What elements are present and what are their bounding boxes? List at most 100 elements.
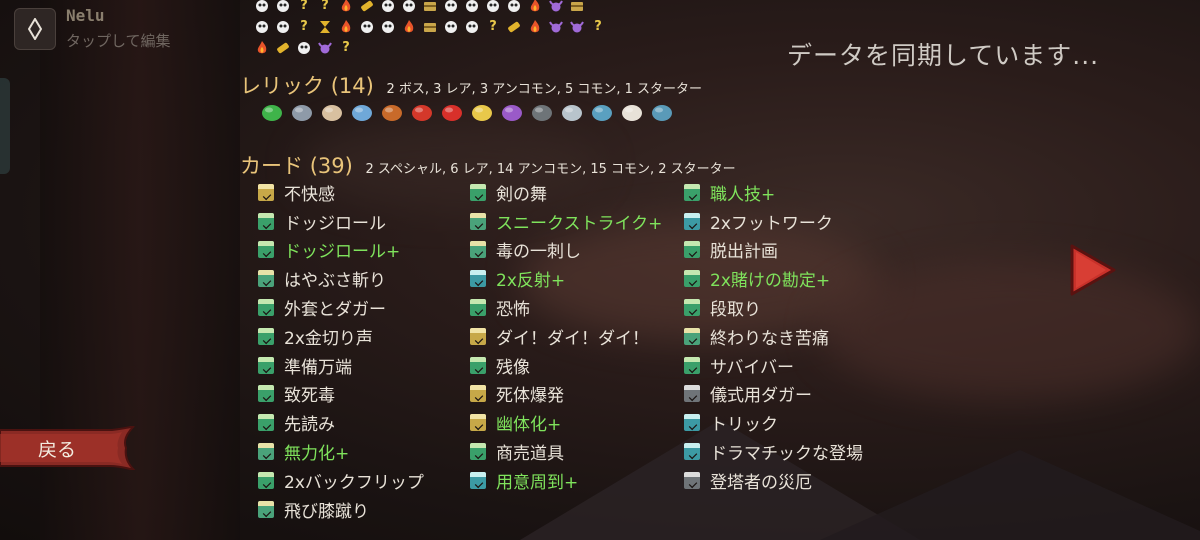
card-name: 死体爆発: [496, 386, 564, 407]
card-list-item[interactable]: 2xバックフリップ: [258, 466, 424, 495]
card-name: はやぶさ斬り: [284, 271, 386, 292]
card-type-icon: [684, 385, 700, 403]
card-list-item[interactable]: 残像: [470, 351, 662, 380]
card-name: ドッジロール: [284, 213, 386, 234]
shuriken-icon[interactable]: [288, 98, 316, 126]
cards-count: (39): [309, 154, 353, 178]
card-list-item[interactable]: 2x金切り声: [258, 322, 424, 351]
card-list-item[interactable]: ドッジロール+: [258, 236, 424, 265]
card-list-item[interactable]: 商売道具: [470, 437, 662, 466]
card-list-item[interactable]: トリック: [684, 408, 863, 437]
card-list-item[interactable]: 2x反射+: [470, 264, 662, 293]
card-list-item[interactable]: スニークストライク+: [470, 207, 662, 236]
skull-icon: [441, 0, 461, 16]
nunchaku-icon[interactable]: [408, 98, 436, 126]
unknown-icon: ?: [300, 0, 308, 13]
profile-name: Nelu: [66, 6, 105, 25]
next-page-arrow-button[interactable]: [1066, 242, 1118, 302]
card-list-item[interactable]: 飛び膝蹴り: [258, 495, 424, 524]
card-list-item[interactable]: 無力化+: [258, 437, 424, 466]
card-list-item[interactable]: 終わりなき苦痛: [684, 322, 863, 351]
card-name: 2x反射+: [496, 271, 566, 292]
card-list-item[interactable]: ダイ！ダイ！ダイ！: [470, 322, 662, 351]
gold-icon: [357, 0, 377, 16]
card-list-item[interactable]: 毒の一刺し: [470, 236, 662, 265]
card-list-item[interactable]: 登塔者の災厄: [684, 466, 863, 495]
stone-icon[interactable]: [558, 98, 586, 126]
card-list-item[interactable]: 2xフットワーク: [684, 207, 863, 236]
anvil-icon[interactable]: [648, 98, 676, 126]
fire-icon: [252, 38, 272, 58]
card-list-item[interactable]: サバイバー: [684, 351, 863, 380]
ring-icon[interactable]: [258, 98, 286, 126]
card-type-icon: [258, 212, 274, 230]
card-list-item[interactable]: 死体爆発: [470, 380, 662, 409]
pipe-icon[interactable]: [348, 98, 376, 126]
relics-count: (14): [330, 74, 374, 98]
profile-panel[interactable]: Nelu タップして編集: [14, 8, 171, 51]
card-type-icon: [684, 212, 700, 230]
skull-icon: [252, 17, 272, 37]
card-list-item[interactable]: 儀式用ダガー: [684, 380, 863, 409]
skull-icon: [273, 0, 293, 16]
card-type-icon: [470, 212, 486, 230]
sidebar-tab[interactable]: [0, 78, 10, 174]
card-list-item[interactable]: はやぶさ斬り: [258, 264, 424, 293]
profile-avatar[interactable]: [14, 8, 56, 50]
card-list-item[interactable]: 先読み: [258, 408, 424, 437]
skull-icon: [441, 17, 461, 37]
card-type-icon: [470, 327, 486, 345]
bird-skull-icon[interactable]: [618, 98, 646, 126]
card-name: 脱出計画: [710, 242, 778, 263]
tent-icon[interactable]: [498, 98, 526, 126]
card-type-icon: [684, 327, 700, 345]
card-list-item[interactable]: 外套とダガー: [258, 293, 424, 322]
skull-icon: [462, 17, 482, 37]
card-name: ドラマチックな登場: [710, 444, 863, 465]
card-list-item[interactable]: 脱出計画: [684, 236, 863, 265]
scroll-icon[interactable]: [318, 98, 346, 126]
card-list-item[interactable]: ドッジロール: [258, 207, 424, 236]
card-type-icon: [258, 327, 274, 345]
chest-icon: [420, 17, 440, 37]
card-name: 先読み: [284, 415, 335, 436]
kite-icon[interactable]: [378, 98, 406, 126]
skull-icon: [273, 17, 293, 37]
skull-icon: [399, 0, 419, 16]
card-list-item[interactable]: 不快感: [258, 178, 424, 207]
gold-icon: [273, 38, 293, 58]
card-list-item[interactable]: 段取り: [684, 293, 863, 322]
card-name: 毒の一刺し: [496, 242, 581, 263]
card-list-item[interactable]: ドラマチックな登場: [684, 437, 863, 466]
fire-icon: [525, 0, 545, 16]
card-list-item[interactable]: 恐怖: [470, 293, 662, 322]
chest-icon: [420, 0, 440, 16]
potion-row: ?: [252, 37, 692, 58]
kettlebell-icon[interactable]: [528, 98, 556, 126]
strawberry-icon[interactable]: [438, 98, 466, 126]
card-type-icon: [684, 241, 700, 259]
card-type-icon: [258, 414, 274, 432]
bull-icon: [546, 0, 566, 16]
bracelet-icon[interactable]: [588, 98, 616, 126]
paper-crane-icon[interactable]: [468, 98, 496, 126]
card-type-icon: [258, 443, 274, 461]
card-type-icon: [258, 471, 274, 489]
card-type-icon: [684, 183, 700, 201]
skull-icon: [252, 0, 272, 16]
card-list-item[interactable]: 致死毒: [258, 380, 424, 409]
card-list-item[interactable]: 2x賭けの勘定+: [684, 264, 863, 293]
card-list-item[interactable]: 剣の舞: [470, 178, 662, 207]
card-list-item[interactable]: 職人技+: [684, 178, 863, 207]
back-button-label: 戻る: [38, 439, 77, 461]
card-list-item[interactable]: 用意周到+: [470, 466, 662, 495]
card-type-icon: [258, 270, 274, 288]
card-list-item[interactable]: 準備万端: [258, 351, 424, 380]
skull-icon: [378, 17, 398, 37]
card-list-item[interactable]: 幽体化+: [470, 408, 662, 437]
card-column-2: 剣の舞 スニークストライク+ 毒の一刺し 2x反射+ 恐怖 ダイ！ダイ！ダイ！ 残像死体爆発…: [470, 178, 662, 495]
card-type-icon: [470, 414, 486, 432]
hourglass-icon: [315, 17, 335, 37]
bull-icon: [546, 17, 566, 37]
back-button[interactable]: 戻る: [0, 426, 140, 470]
